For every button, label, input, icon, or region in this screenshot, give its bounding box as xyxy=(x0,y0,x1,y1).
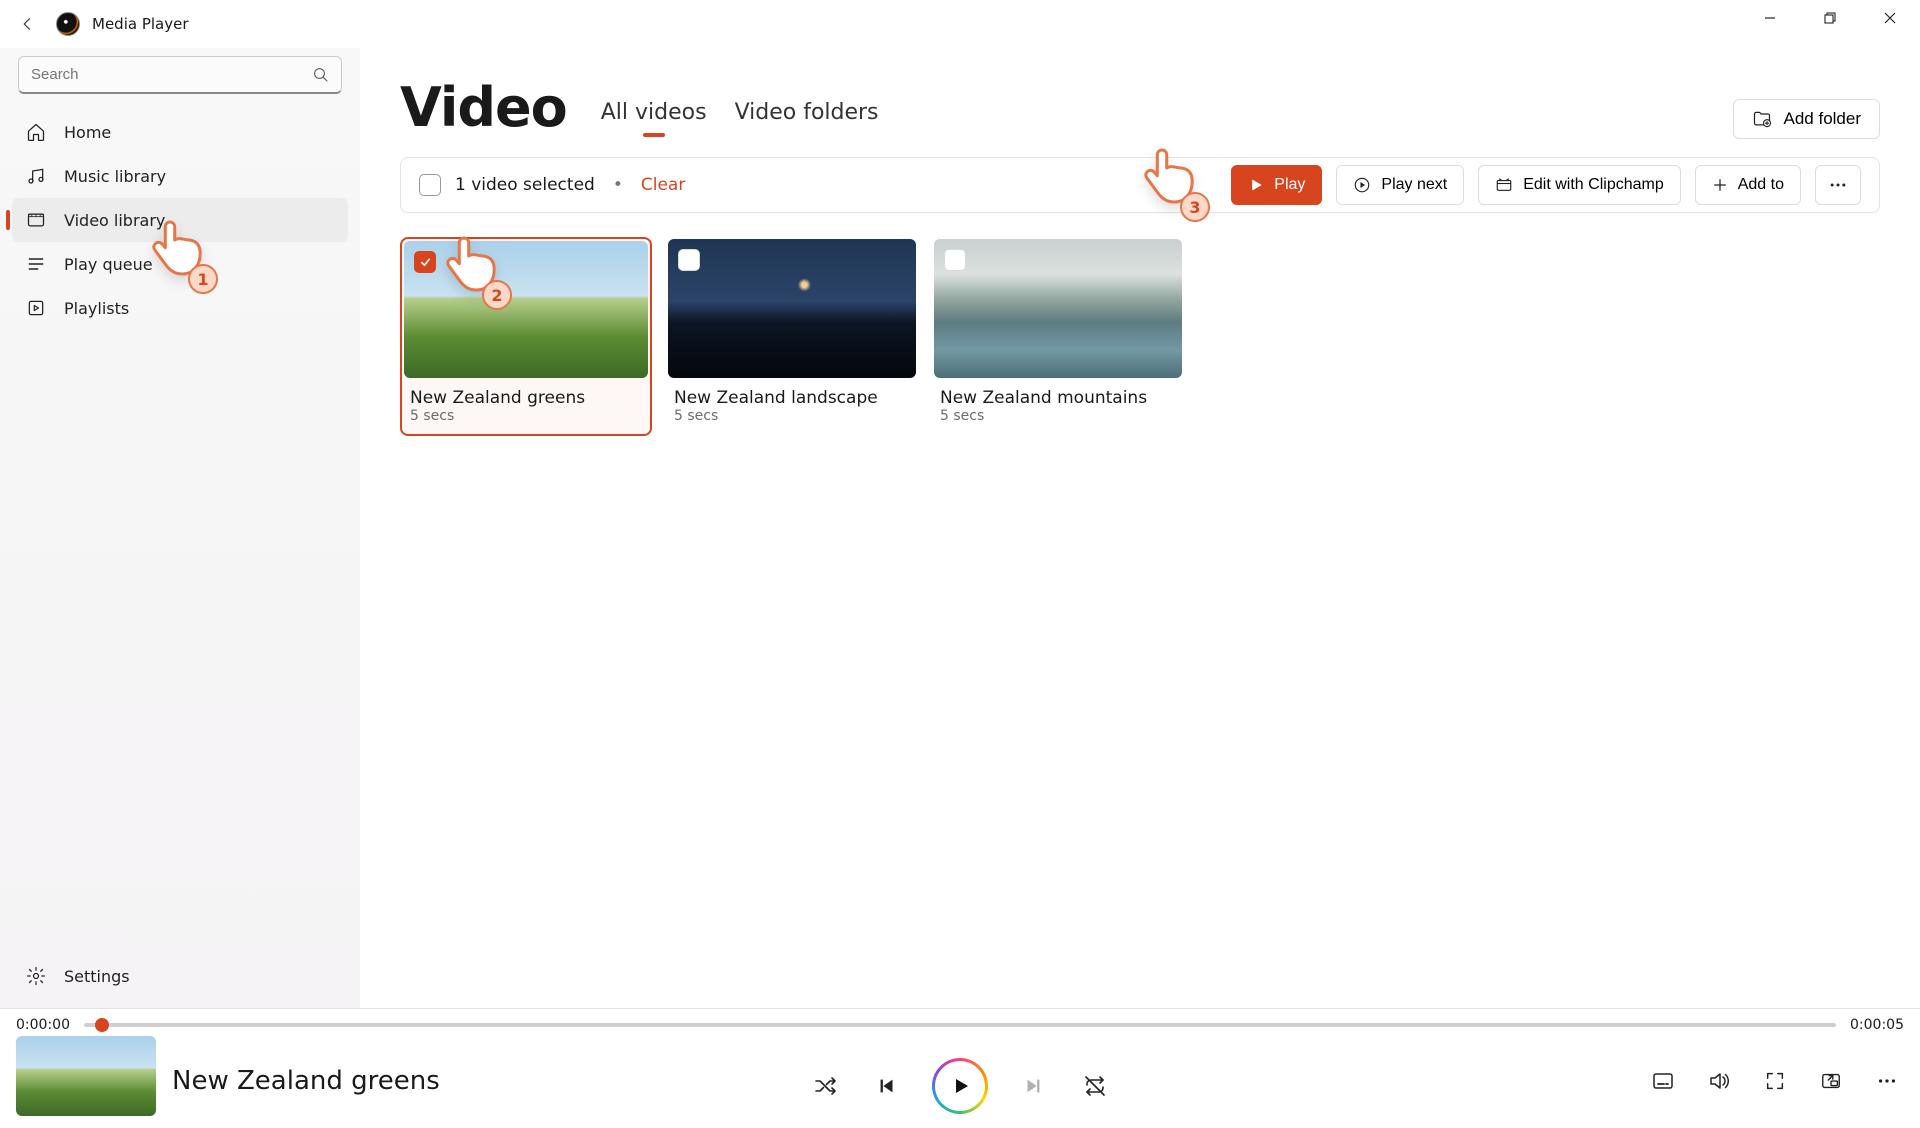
maximize-button[interactable] xyxy=(1800,0,1860,36)
play-icon xyxy=(1248,177,1264,193)
edit-clipchamp-button[interactable]: Edit with Clipchamp xyxy=(1478,165,1681,205)
previous-button[interactable] xyxy=(870,1069,904,1103)
video-card[interactable]: New Zealand landscape 5 secs xyxy=(666,237,918,436)
playlists-icon xyxy=(26,298,46,318)
seek-slider[interactable] xyxy=(84,1023,1836,1027)
next-button[interactable] xyxy=(1016,1069,1050,1103)
separator: • xyxy=(613,175,623,195)
volume-button[interactable] xyxy=(1702,1064,1736,1098)
repeat-button[interactable] xyxy=(1078,1069,1112,1103)
settings-label: Settings xyxy=(64,967,130,986)
search-input[interactable] xyxy=(18,56,342,94)
fullscreen-button[interactable] xyxy=(1758,1064,1792,1098)
sidebar-item-label: Home xyxy=(64,123,111,142)
sidebar-item-label: Playlists xyxy=(64,299,129,318)
video-title: New Zealand greens xyxy=(404,388,648,408)
total-time: 0:00:05 xyxy=(1850,1017,1904,1033)
captions-button[interactable] xyxy=(1646,1064,1680,1098)
app-icon xyxy=(56,12,80,36)
video-duration: 5 secs xyxy=(404,408,648,424)
play-pause-button[interactable] xyxy=(932,1058,988,1114)
sidebar-item-home[interactable]: Home xyxy=(12,110,348,154)
video-card[interactable]: New Zealand greens 5 secs xyxy=(400,237,652,436)
play-next-label: Play next xyxy=(1381,176,1447,194)
music-icon xyxy=(26,166,46,186)
selection-status: 1 video selected xyxy=(455,175,595,195)
video-title: New Zealand landscape xyxy=(668,388,916,408)
add-to-button[interactable]: Add to xyxy=(1695,165,1801,205)
seek-thumb[interactable] xyxy=(95,1018,109,1032)
tab-label: Video folders xyxy=(735,100,879,125)
page-title: Video xyxy=(400,76,567,139)
sidebar-item-playlists[interactable]: Playlists xyxy=(12,286,348,330)
app-title: Media Player xyxy=(92,15,189,33)
edit-label: Edit with Clipchamp xyxy=(1523,176,1664,194)
player-more-button[interactable] xyxy=(1870,1064,1904,1098)
sidebar-item-queue[interactable]: Play queue xyxy=(12,242,348,286)
now-playing-thumbnail[interactable] xyxy=(16,1036,156,1116)
sidebar-item-label: Play queue xyxy=(64,255,153,274)
sidebar-item-label: Music library xyxy=(64,167,166,186)
video-thumbnail[interactable] xyxy=(668,239,916,378)
sidebar-item-music[interactable]: Music library xyxy=(12,154,348,198)
close-button[interactable] xyxy=(1860,0,1920,36)
add-folder-icon xyxy=(1752,109,1772,129)
video-checkbox[interactable] xyxy=(944,249,966,271)
video-duration: 5 secs xyxy=(668,408,916,424)
transport-controls xyxy=(808,1058,1112,1114)
select-all-checkbox[interactable] xyxy=(419,174,441,196)
video-grid: New Zealand greens 5 secs New Zealand la… xyxy=(400,237,1880,436)
sidebar-item-video[interactable]: Video library xyxy=(12,198,348,242)
video-checkbox[interactable] xyxy=(678,249,700,271)
now-playing-title: New Zealand greens xyxy=(172,1066,440,1096)
clear-selection-link[interactable]: Clear xyxy=(641,175,685,195)
gear-icon xyxy=(26,966,46,986)
video-title: New Zealand mountains xyxy=(934,388,1182,408)
video-duration: 5 secs xyxy=(934,408,1182,424)
minimize-button[interactable] xyxy=(1740,0,1800,36)
tab-all-videos[interactable]: All videos xyxy=(601,100,707,135)
clipchamp-icon xyxy=(1495,176,1513,194)
play-next-button[interactable]: Play next xyxy=(1336,165,1464,205)
video-thumbnail[interactable] xyxy=(934,239,1182,378)
add-folder-label: Add folder xyxy=(1784,109,1862,129)
add-to-label: Add to xyxy=(1738,176,1784,194)
shuffle-button[interactable] xyxy=(808,1069,842,1103)
tab-video-folders[interactable]: Video folders xyxy=(735,100,879,135)
plus-icon xyxy=(1712,177,1728,193)
selection-bar: 1 video selected • Clear Play Play next … xyxy=(400,157,1880,213)
back-button[interactable] xyxy=(12,8,44,40)
more-icon xyxy=(1828,175,1848,195)
more-actions-button[interactable] xyxy=(1815,165,1861,205)
add-folder-button[interactable]: Add folder xyxy=(1733,99,1881,139)
sidebar: Home Music library Video library Play qu… xyxy=(0,48,360,1008)
sidebar-item-label: Video library xyxy=(64,211,165,230)
sidebar-item-settings[interactable]: Settings xyxy=(12,954,348,998)
main-content: Video All videos Video folders Add folde… xyxy=(360,48,1920,1008)
video-checkbox[interactable] xyxy=(414,251,436,273)
home-icon xyxy=(26,122,46,142)
tab-label: All videos xyxy=(601,100,707,125)
video-icon xyxy=(26,210,46,230)
play-next-icon xyxy=(1353,176,1371,194)
current-time: 0:00:00 xyxy=(16,1017,70,1033)
video-card[interactable]: New Zealand mountains 5 secs xyxy=(932,237,1184,436)
play-label: Play xyxy=(1274,176,1305,194)
queue-icon xyxy=(26,254,46,274)
player-bar: 0:00:00 0:00:05 New Zealand greens xyxy=(0,1008,1920,1128)
miniplayer-button[interactable] xyxy=(1814,1064,1848,1098)
play-button[interactable]: Play xyxy=(1231,165,1322,205)
video-thumbnail[interactable] xyxy=(404,241,648,378)
titlebar: Media Player xyxy=(0,0,1920,48)
tabs: All videos Video folders xyxy=(601,100,879,139)
